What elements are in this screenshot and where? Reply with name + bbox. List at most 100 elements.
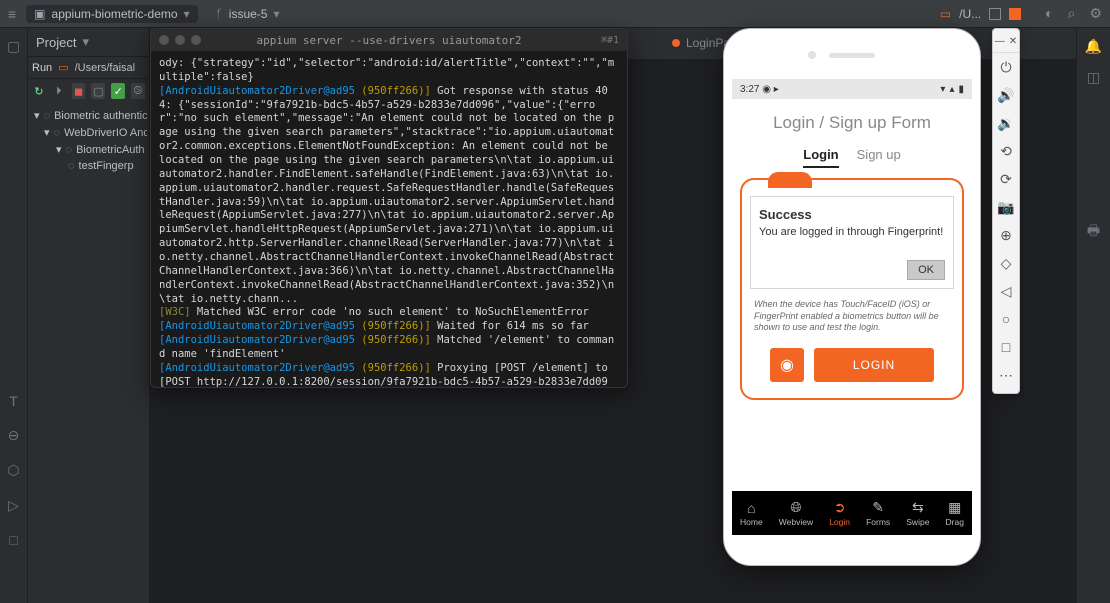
- status-icons: ▾▴▮: [940, 84, 964, 95]
- biometrics-hint: When the device has Touch/FaceID (iOS) o…: [748, 299, 956, 334]
- tree-root[interactable]: ▾◌Biometric authentic: [30, 107, 147, 124]
- card-accent: [768, 172, 812, 188]
- zoom-icon[interactable]: ⊕: [993, 221, 1019, 249]
- pass-icon[interactable]: ✓: [111, 83, 125, 99]
- project-name: appium-biometric-demo: [52, 7, 178, 21]
- chevron-down-icon: ▾: [184, 7, 190, 21]
- text-tool-icon[interactable]: T: [9, 393, 18, 409]
- project-selector[interactable]: ▣ appium-biometric-demo ▾: [26, 5, 197, 23]
- device-camera: [808, 51, 816, 59]
- more-icon[interactable]: ⋯: [993, 361, 1019, 389]
- emulator-window-controls[interactable]: —✕: [993, 33, 1019, 53]
- terminal-window[interactable]: appium server --use-drivers uiautomator2…: [150, 28, 628, 388]
- chevron-down-icon: ▾: [34, 109, 40, 122]
- nav-label: Swipe: [906, 517, 929, 527]
- spinner-icon: ◌: [66, 144, 73, 156]
- volume-down-icon[interactable]: 🔉: [993, 109, 1019, 137]
- login-icon: ➲: [834, 499, 846, 516]
- bottom-nav: ⌂Home 🌐︎Webview ➲Login ✎Forms ⇆Swipe ▦Dr…: [732, 491, 972, 535]
- nav-label: Forms: [866, 517, 890, 527]
- tab-signup[interactable]: Sign up: [857, 147, 901, 168]
- terminal-titlebar[interactable]: appium server --use-drivers uiautomator2…: [151, 29, 627, 51]
- nav-label: Drag: [946, 517, 964, 527]
- nav-webview[interactable]: 🌐︎Webview: [779, 499, 813, 527]
- dialog-ok-button[interactable]: OK: [907, 260, 945, 280]
- rotate-left-icon[interactable]: ⟲: [993, 137, 1019, 165]
- project-panel: Project ▾ Run ▭ /Users/faisal ↻ ⏵ ◼ ▢ ✓ …: [28, 28, 150, 603]
- folder-icon: ▭: [940, 7, 951, 21]
- overview-icon[interactable]: □: [993, 333, 1019, 361]
- right-tool-gutter: 🔔 ◫ 🖶: [1076, 28, 1110, 603]
- status-time: 3:27 ◉ ▸: [740, 84, 779, 95]
- left-tool-gutter: ▢ T ⊖ ⬡ ▷ □: [0, 28, 28, 603]
- folder-tool-icon[interactable]: ▢: [7, 38, 20, 55]
- nav-swipe[interactable]: ⇆Swipe: [906, 499, 929, 527]
- login-button[interactable]: LOGIN: [814, 348, 934, 382]
- emulator-toolbar: —✕ ⏻ 🔊 🔉 ⟲ ⟳ 📷 ⊕ ◇ ◁ ○ □ ⋯: [992, 28, 1020, 394]
- gear-icon[interactable]: ⚙: [1089, 5, 1102, 22]
- run-tool-icon[interactable]: ▷: [8, 497, 19, 514]
- android-statusbar: 3:27 ◉ ▸ ▾▴▮: [732, 79, 972, 99]
- person-icon[interactable]: ◐: [1045, 5, 1053, 22]
- close-icon[interactable]: ✕: [1009, 36, 1017, 47]
- database-icon[interactable]: ◫: [1087, 69, 1100, 86]
- rotate-right-icon[interactable]: ⟳: [993, 165, 1019, 193]
- nav-drag[interactable]: ▦Drag: [946, 499, 964, 527]
- toggle-icon[interactable]: ▢: [91, 83, 105, 99]
- nav-label: Webview: [779, 517, 813, 527]
- terminal-output[interactable]: ody: {"strategy":"id","selector":"androi…: [151, 51, 627, 387]
- editor-right-tab[interactable]: ▭ /U...: [940, 7, 1021, 21]
- home-icon: ⌂: [747, 500, 755, 516]
- fingerprint-button[interactable]: ◉: [770, 348, 804, 382]
- tree-node[interactable]: ▾◌WebDriverIO And: [30, 124, 147, 141]
- resume-icon[interactable]: ⏵: [52, 83, 66, 99]
- tree-label: WebDriverIO And: [64, 127, 147, 139]
- dialog-title: Success: [759, 207, 945, 222]
- spinner-icon: ◌: [44, 110, 51, 122]
- circle-tool-icon[interactable]: ⊖: [8, 427, 20, 444]
- run-label[interactable]: Run: [32, 62, 52, 74]
- dialog-message: You are logged in through Fingerprint!: [759, 226, 945, 238]
- git-branch-selector[interactable]: ᚶ issue-5 ▾: [208, 5, 288, 23]
- login-card: Success You are logged in through Finger…: [740, 178, 964, 400]
- square-tool-icon[interactable]: □: [9, 532, 17, 548]
- nav-forms[interactable]: ✎Forms: [866, 499, 890, 527]
- fingerprint-icon: ◉: [780, 355, 794, 375]
- tab-login[interactable]: Login: [803, 147, 838, 168]
- run-toolbar: ↻ ⏵ ◼ ▢ ✓ ⧁: [28, 79, 149, 103]
- camera-icon[interactable]: 📷: [993, 193, 1019, 221]
- nav-login[interactable]: ➲Login: [829, 499, 850, 527]
- success-dialog: Success You are logged in through Finger…: [750, 196, 954, 289]
- hex-tool-icon[interactable]: ⬡: [7, 462, 19, 479]
- print-icon[interactable]: 🖶: [1087, 220, 1100, 244]
- branch-icon: ᚶ: [216, 7, 223, 21]
- chevron-down-icon: ▾: [44, 126, 50, 139]
- extend-icon[interactable]: ◇: [993, 249, 1019, 277]
- device-screen: 3:27 ◉ ▸ ▾▴▮ Login / Sign up Form Login …: [732, 79, 972, 535]
- tree-label: BiometricAuth: [76, 144, 144, 156]
- android-emulator-device: 3:27 ◉ ▸ ▾▴▮ Login / Sign up Form Login …: [723, 28, 981, 566]
- search-icon[interactable]: ⌕: [1068, 5, 1076, 22]
- filter-icon[interactable]: ⧁: [131, 83, 145, 99]
- chevron-down-icon: ▾: [273, 7, 279, 21]
- power-icon[interactable]: ⏻: [993, 53, 1019, 81]
- back-icon[interactable]: ◁: [993, 277, 1019, 305]
- volume-up-icon[interactable]: 🔊: [993, 81, 1019, 109]
- notifications-icon[interactable]: 🔔: [1085, 38, 1102, 55]
- tree-node[interactable]: ▾◌BiometricAuth: [30, 141, 147, 158]
- traffic-lights[interactable]: [159, 35, 201, 45]
- pencil-icon: ✎: [872, 499, 884, 516]
- chevron-down-icon[interactable]: ▾: [82, 34, 89, 50]
- battery-icon: ▮: [958, 84, 964, 95]
- stop-icon[interactable]: ◼: [72, 83, 86, 99]
- signal-icon: ▴: [949, 84, 954, 95]
- window-frame-icon-active: [1009, 8, 1021, 20]
- rerun-icon[interactable]: ↻: [32, 83, 46, 99]
- tree-label: testFingerp: [79, 160, 134, 172]
- minimize-icon[interactable]: —: [995, 36, 1005, 47]
- home-icon[interactable]: ○: [993, 305, 1019, 333]
- nav-label: Login: [829, 517, 850, 527]
- tree-leaf[interactable]: ◌testFingerp: [30, 158, 147, 174]
- menu-icon[interactable]: ≡: [8, 6, 16, 22]
- nav-home[interactable]: ⌂Home: [740, 500, 763, 527]
